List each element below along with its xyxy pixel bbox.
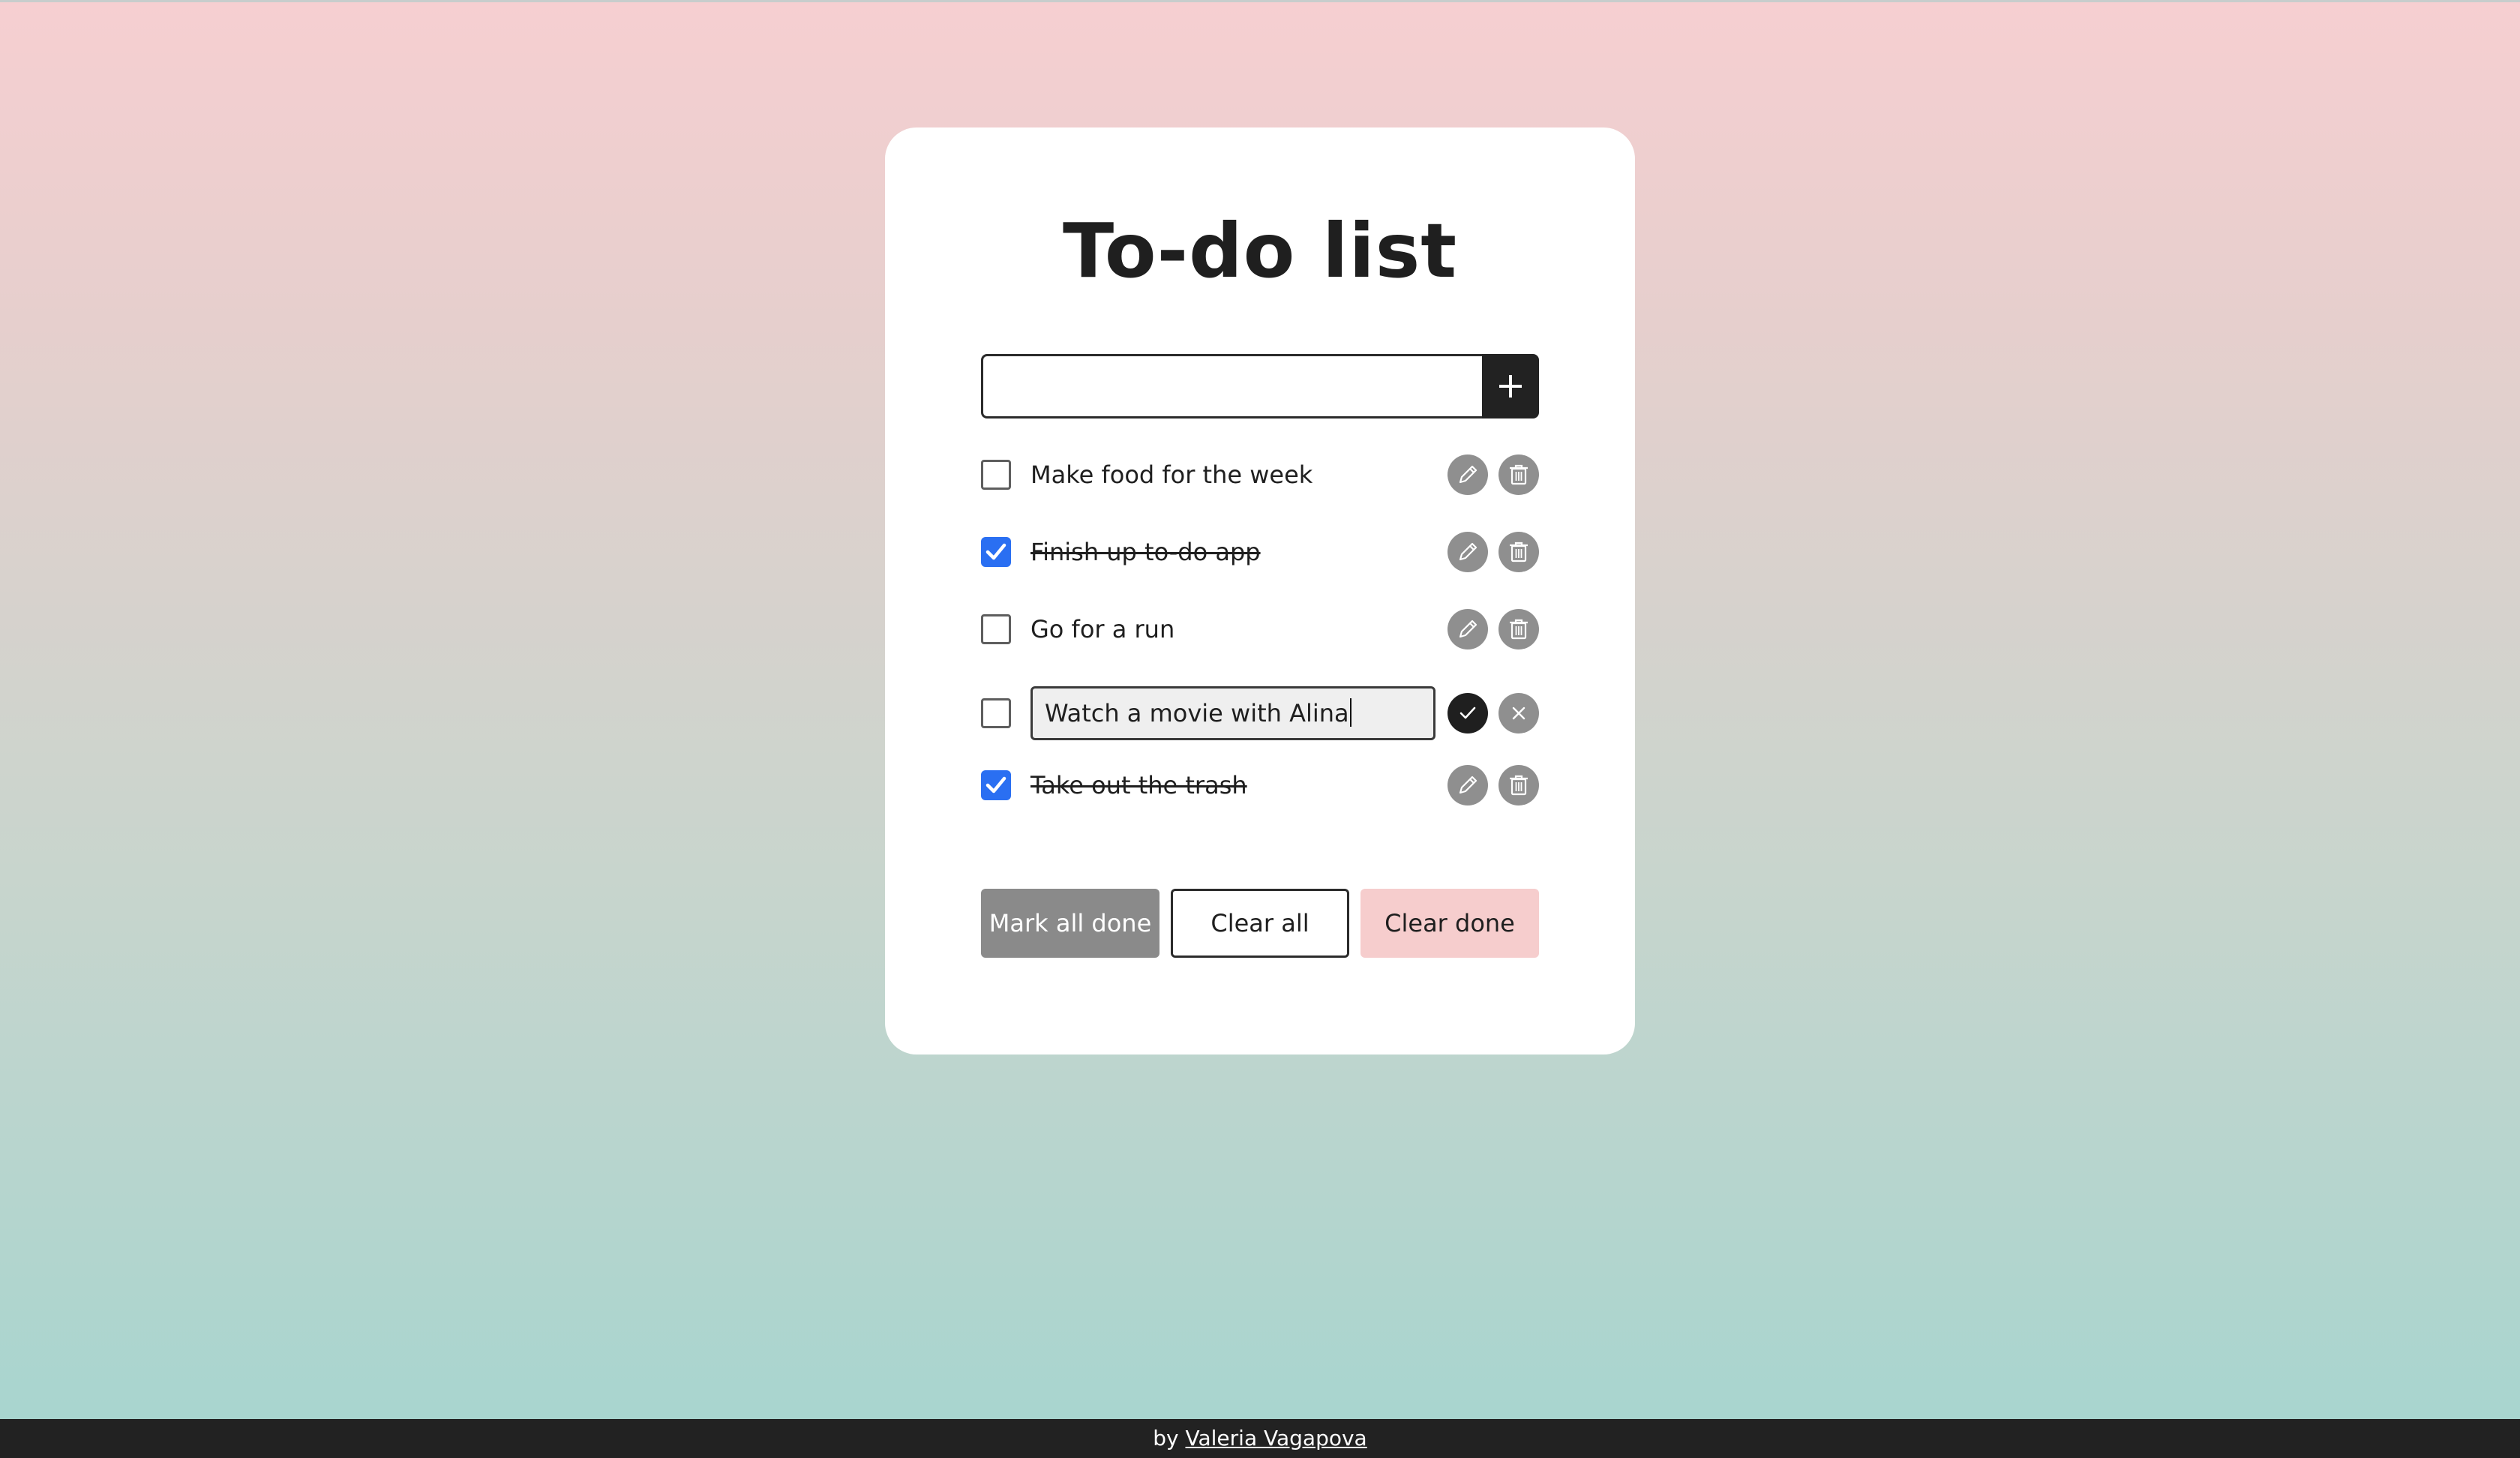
delete-button[interactable] bbox=[1498, 532, 1539, 572]
page-title: To-do list bbox=[1062, 207, 1458, 295]
pencil-icon bbox=[1459, 465, 1478, 484]
footer: by Valeria Vagapova bbox=[0, 1419, 2520, 1458]
edit-button[interactable] bbox=[1448, 609, 1488, 650]
confirm-edit-button[interactable] bbox=[1448, 693, 1488, 734]
add-todo-button[interactable] bbox=[1482, 354, 1539, 418]
todo-item-editing: Watch a movie with Alina bbox=[981, 686, 1539, 740]
pencil-icon bbox=[1459, 542, 1478, 561]
check-icon bbox=[1460, 706, 1476, 719]
edit-todo-input[interactable]: Watch a movie with Alina bbox=[1030, 686, 1436, 740]
edit-button[interactable] bbox=[1448, 532, 1488, 572]
todo-checkbox[interactable] bbox=[981, 698, 1011, 728]
mark-all-done-button[interactable]: Mark all done bbox=[981, 889, 1160, 958]
trash-icon bbox=[1510, 542, 1528, 562]
close-icon bbox=[1512, 706, 1526, 720]
clear-done-button[interactable]: Clear done bbox=[1360, 889, 1539, 958]
todo-card: To-do list Make food for the week Finish… bbox=[885, 128, 1635, 1054]
check-icon bbox=[986, 776, 1006, 794]
edit-button[interactable] bbox=[1448, 765, 1488, 806]
todo-item: Finish up to-do app bbox=[981, 530, 1539, 574]
todo-item: Go for a run bbox=[981, 607, 1539, 652]
delete-button[interactable] bbox=[1498, 454, 1539, 495]
todo-label: Go for a run bbox=[1030, 615, 1175, 644]
todo-label: Take out the trash bbox=[1030, 771, 1247, 800]
pencil-icon bbox=[1459, 620, 1478, 638]
text-caret bbox=[1349, 698, 1352, 727]
todo-item: Make food for the week bbox=[981, 452, 1539, 497]
cancel-edit-button[interactable] bbox=[1498, 693, 1539, 734]
edit-button[interactable] bbox=[1448, 454, 1488, 495]
delete-button[interactable] bbox=[1498, 609, 1539, 650]
todo-checkbox[interactable] bbox=[981, 770, 1011, 800]
todo-item: Take out the trash bbox=[981, 763, 1539, 808]
add-todo-row bbox=[981, 354, 1539, 418]
check-icon bbox=[986, 543, 1006, 560]
footer-prefix: by bbox=[1153, 1426, 1179, 1450]
trash-icon bbox=[1510, 619, 1528, 640]
new-todo-input[interactable] bbox=[981, 354, 1482, 418]
todo-checkbox[interactable] bbox=[981, 614, 1011, 644]
todo-label: Make food for the week bbox=[1030, 460, 1313, 489]
author-link[interactable]: Valeria Vagapova bbox=[1186, 1426, 1367, 1450]
edit-todo-value: Watch a movie with Alina bbox=[1045, 699, 1349, 728]
pencil-icon bbox=[1459, 776, 1478, 794]
delete-button[interactable] bbox=[1498, 765, 1539, 806]
trash-icon bbox=[1510, 775, 1528, 796]
clear-all-button[interactable]: Clear all bbox=[1171, 889, 1349, 958]
trash-icon bbox=[1510, 464, 1528, 485]
todo-checkbox[interactable] bbox=[981, 460, 1011, 490]
todo-label: Finish up to-do app bbox=[1030, 538, 1261, 566]
todo-checkbox[interactable] bbox=[981, 537, 1011, 567]
top-edge bbox=[0, 0, 2520, 2]
